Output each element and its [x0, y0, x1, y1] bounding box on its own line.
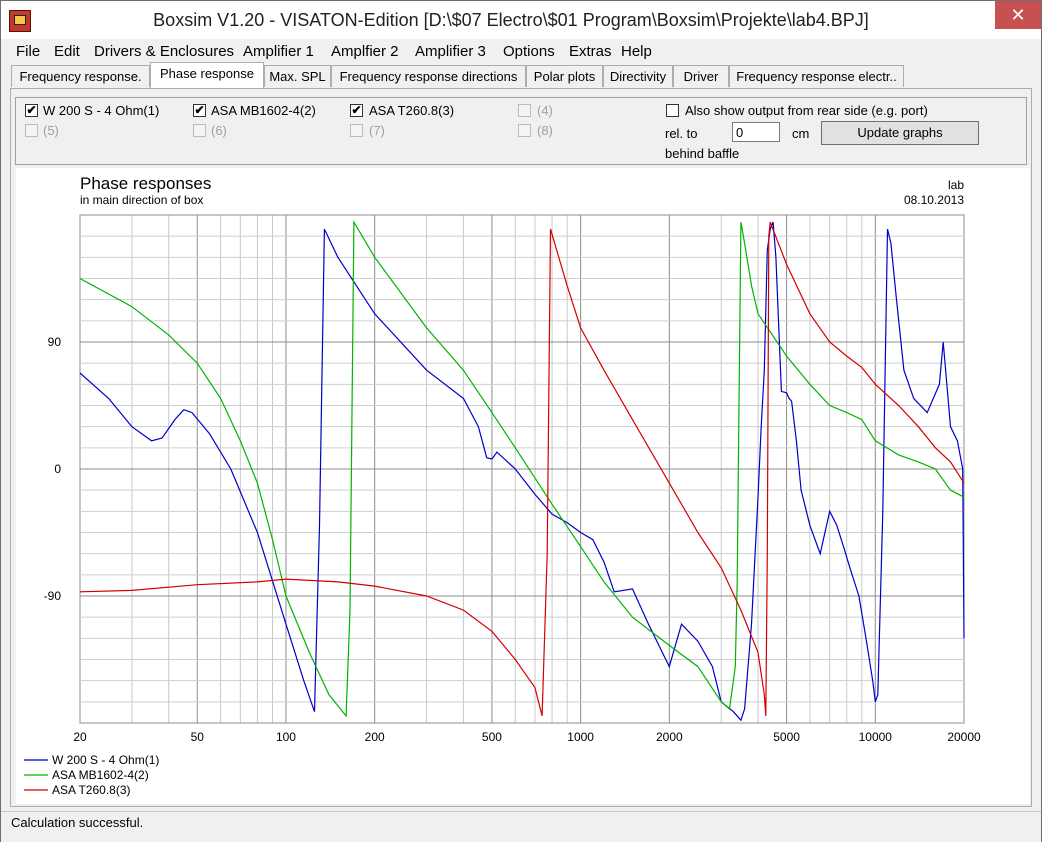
tab-frequency-response-directions[interactable]: Frequency response directions	[331, 65, 526, 87]
x-tick-label: 500	[482, 730, 502, 744]
menu-bar: File Edit Drivers & Enclosures Amplifier…	[1, 39, 1041, 63]
window-title: Boxsim V1.20 - VISATON-Edition [D:\$07 E…	[153, 10, 869, 30]
phase-chart-svg: 20 50 100 200 500 1000 2000 5000 10000 20000 90 0 -9…	[24, 174, 981, 797]
chart-date: 08.10.2013	[904, 193, 964, 207]
behind-baffle-label: behind baffle	[665, 146, 740, 161]
rear-output-label: Also show output from rear side (e.g. po…	[685, 103, 928, 118]
driver-6-checkbox	[193, 124, 206, 137]
menu-options[interactable]: Options	[503, 43, 555, 60]
status-bar: Calculation successful.	[1, 811, 1041, 842]
menu-help[interactable]: Help	[621, 43, 652, 60]
y-tick-label: 0	[54, 462, 61, 476]
chart-series	[79, 219, 965, 722]
chart-subtitle: in main direction of box	[80, 193, 203, 207]
x-tick-label: 1000	[567, 730, 594, 744]
driver-8-checkbox	[518, 124, 531, 137]
menu-drivers-enclosures[interactable]: Drivers & Enclosures	[94, 43, 234, 60]
x-tick-label: 10000	[859, 730, 893, 744]
app-window: Boxsim V1.20 - VISATON-Edition [D:\$07 E…	[0, 0, 1042, 842]
rel-to-label: rel. to	[665, 126, 698, 141]
driver-1-label: W 200 S - 4 Ohm(1)	[43, 103, 160, 118]
x-tick-label: 50	[191, 730, 205, 744]
menu-amplifier-1[interactable]: Amplifier 1	[243, 43, 314, 60]
driver-6-label: (6)	[211, 123, 227, 138]
driver-2-label: ASA MB1602-4(2)	[211, 103, 316, 118]
x-tick-label: 100	[276, 730, 296, 744]
tab-directivity[interactable]: Directivity	[603, 65, 673, 87]
driver-7-label: (7)	[369, 123, 385, 138]
driver-5-checkbox	[25, 124, 38, 137]
tab-frequency-response[interactable]: Frequency response.	[11, 65, 150, 87]
phase-response-plot: 20 50 100 200 500 1000 2000 5000 10000 20000 90 0 -9…	[16, 168, 1030, 804]
tab-max-spl[interactable]: Max. SPL	[264, 65, 331, 87]
y-tick-label: -90	[44, 589, 62, 603]
legend-label: ASA MB1602-4(2)	[52, 768, 149, 782]
x-tick-label: 20000	[947, 730, 981, 744]
title-bar: Boxsim V1.20 - VISATON-Edition [D:\$07 E…	[1, 1, 1041, 39]
y-tick-label: 90	[48, 335, 62, 349]
chart-grid	[79, 214, 965, 724]
driver-7-checkbox	[350, 124, 363, 137]
close-button[interactable]: ✕	[995, 1, 1041, 29]
rear-offset-input[interactable]	[732, 122, 780, 142]
menu-file[interactable]: File	[16, 43, 40, 60]
chart-legend: W 200 S - 4 Ohm(1)ASA MB1602-4(2)ASA T26…	[24, 753, 159, 797]
x-tick-label: 2000	[656, 730, 683, 744]
menu-edit[interactable]: Edit	[54, 43, 80, 60]
tab-polar-plots[interactable]: Polar plots	[526, 65, 603, 87]
legend-label: ASA T260.8(3)	[52, 783, 131, 797]
chart-project-label: lab	[948, 178, 964, 192]
driver-1-checkbox[interactable]: ✔	[25, 104, 38, 117]
tab-frequency-response-electrical[interactable]: Frequency response electr..	[729, 65, 904, 87]
driver-4-checkbox	[518, 104, 531, 117]
cm-unit-label: cm	[792, 126, 810, 141]
series-line-1	[79, 221, 965, 722]
menu-amplifier-3[interactable]: Amplifier 3	[415, 43, 486, 60]
x-tick-label: 20	[73, 730, 87, 744]
status-text: Calculation successful.	[11, 815, 144, 830]
x-tick-label: 200	[365, 730, 385, 744]
chart-title: Phase responses	[80, 174, 211, 193]
driver-3-checkbox[interactable]: ✔	[350, 104, 363, 117]
chart-ticks: 20 50 100 200 500 1000 2000 5000 10000 20000 90 0 -9…	[44, 335, 981, 744]
rear-output-checkbox[interactable]	[666, 104, 679, 117]
menu-extras[interactable]: Extras	[569, 43, 612, 60]
legend-label: W 200 S - 4 Ohm(1)	[52, 753, 159, 767]
menu-amplifier-2[interactable]: Amplfier 2	[331, 43, 399, 60]
driver-8-label: (8)	[537, 123, 553, 138]
driver-5-label: (5)	[43, 123, 59, 138]
x-tick-label: 5000	[773, 730, 800, 744]
driver-2-checkbox[interactable]: ✔	[193, 104, 206, 117]
driver-4-label: (4)	[537, 103, 553, 118]
tab-phase-response[interactable]: Phase response	[150, 62, 264, 88]
tab-driver[interactable]: Driver	[673, 65, 729, 87]
update-graphs-button[interactable]: Update graphs	[821, 121, 979, 145]
driver-3-label: ASA T260.8(3)	[369, 103, 455, 118]
